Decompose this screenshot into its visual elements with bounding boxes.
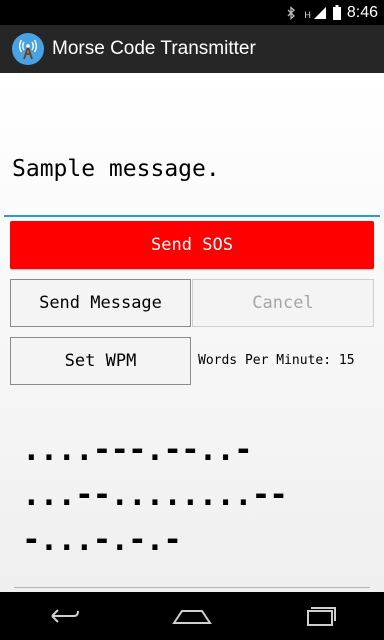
send-message-button[interactable]: Send Message: [10, 279, 191, 327]
navigation-bar: [0, 592, 384, 640]
set-wpm-button[interactable]: Set WPM: [10, 337, 191, 385]
main-content: Send SOS Send Message Cancel Set WPM Wor…: [0, 73, 384, 592]
morse-output: ....---.--..- ...--........-- -...-.-.-: [22, 428, 362, 563]
status-time: 8:46: [346, 3, 378, 21]
action-bar: Morse Code Transmitter: [0, 25, 384, 73]
morse-line: ...--........--: [22, 477, 288, 513]
message-input[interactable]: [4, 123, 380, 217]
cancel-button[interactable]: Cancel: [192, 279, 374, 327]
home-icon[interactable]: [160, 596, 224, 636]
morse-line: ....---.--..-: [22, 432, 253, 468]
battery-icon: [332, 5, 341, 20]
divider: [14, 587, 370, 588]
bluetooth-icon: [287, 5, 296, 20]
signal-icon: H: [304, 6, 327, 20]
status-icons: H 8:46: [284, 0, 378, 25]
recents-icon[interactable]: [288, 596, 352, 636]
send-sos-button[interactable]: Send SOS: [10, 221, 374, 269]
status-bar: H 8:46: [0, 0, 384, 25]
network-type-label: H: [304, 9, 311, 20]
back-icon[interactable]: [32, 596, 96, 636]
app-title: Morse Code Transmitter: [52, 38, 256, 59]
wpm-label: Words Per Minute: 15: [198, 353, 355, 368]
morse-line: -...-.-.-: [22, 522, 182, 558]
radio-tower-icon[interactable]: [12, 33, 44, 65]
